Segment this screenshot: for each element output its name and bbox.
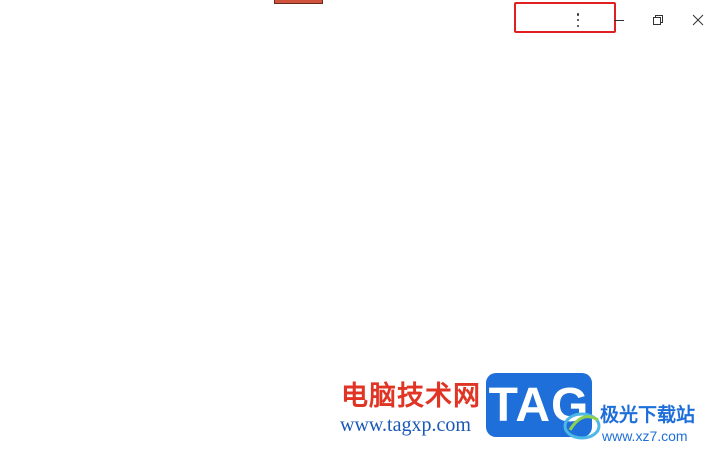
more-vertical-icon bbox=[576, 13, 580, 27]
watermark-site-name: 极光下载站 bbox=[600, 404, 696, 426]
watermark-url: www.tagxp.com bbox=[340, 414, 471, 436]
minimize-icon bbox=[614, 20, 624, 21]
close-button[interactable] bbox=[684, 6, 712, 34]
highlight-annotation-box bbox=[514, 2, 616, 33]
close-icon bbox=[692, 14, 704, 26]
top-tab-fragment bbox=[274, 0, 323, 4]
minimize-button[interactable] bbox=[605, 6, 633, 34]
aurora-logo-icon bbox=[563, 412, 601, 440]
watermark-cn-title: 电脑技术网 bbox=[341, 381, 481, 412]
restore-icon bbox=[653, 15, 663, 25]
watermark: 电脑技术网 www.tagxp.com TAG 极光下载站 www.xz7.co… bbox=[338, 372, 716, 448]
more-menu-button[interactable] bbox=[566, 8, 590, 32]
restore-button[interactable] bbox=[644, 6, 672, 34]
watermark-site-url: www.xz7.com bbox=[602, 428, 688, 444]
